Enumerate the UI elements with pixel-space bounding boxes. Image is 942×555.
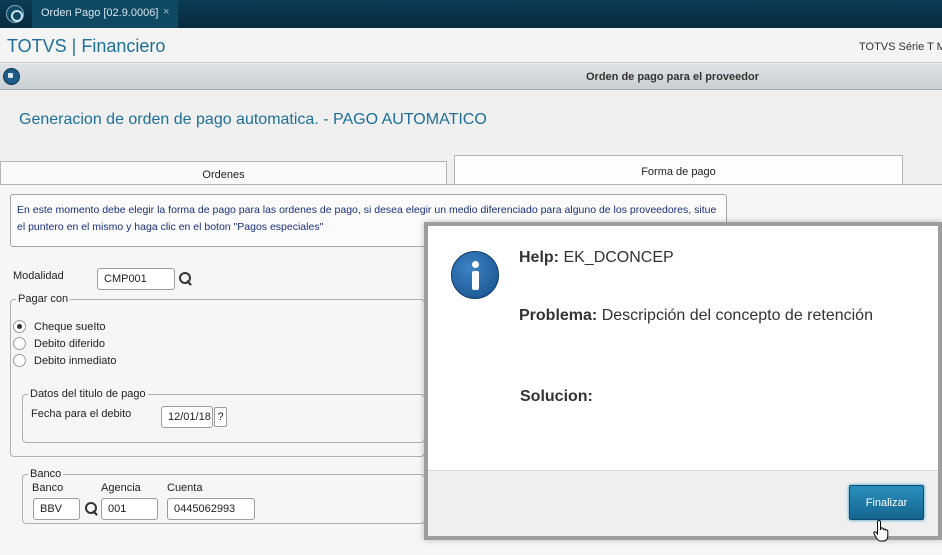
agencia-input[interactable]: 001 xyxy=(101,498,158,520)
radio-debito-diferido-label: Debito diferido xyxy=(34,338,105,350)
app-header: TOTVS | Financiero TOTVS Série T M xyxy=(0,28,942,63)
tab-ordenes[interactable]: Ordenes xyxy=(0,161,447,185)
cuenta-input[interactable]: 0445062993 xyxy=(167,498,255,520)
problema-value: Descripción del concepto de retención xyxy=(601,307,873,324)
info-icon xyxy=(451,251,499,299)
finalizar-button[interactable]: Finalizar xyxy=(849,485,924,520)
fecha-debito-input[interactable]: 12/01/18 xyxy=(161,406,213,428)
radio-cheque-suelto[interactable] xyxy=(13,320,26,333)
help-line: Help: EK_DCONCEP xyxy=(519,249,674,267)
help-label: Help: xyxy=(519,249,559,266)
radio-debito-inmediato-label: Debito inmediato xyxy=(34,355,117,367)
app-title: TOTVS | Financiero xyxy=(7,36,166,56)
banco-label: Banco xyxy=(32,482,64,494)
tab-label: Orden Pago [02.9.0006] xyxy=(41,7,159,19)
search-icon[interactable] xyxy=(85,502,99,516)
pagar-con-title: Pagar con xyxy=(16,293,71,305)
agencia-label: Agencia xyxy=(101,482,141,494)
problema-label: Problema: xyxy=(519,307,598,324)
modalidad-label: Modalidad xyxy=(13,270,64,282)
radio-cheque-suelto-label: Cheque sueIto xyxy=(34,321,106,333)
solucion-line: Solucion: xyxy=(520,388,593,406)
datos-titulo-title: Datos del titulo de pago xyxy=(28,388,148,400)
tab-forma-de-pago[interactable]: Forma de pago xyxy=(454,155,903,185)
close-icon[interactable]: × xyxy=(163,6,169,18)
help-dialog: Help: EK_DCONCEP Problema: Descripción d… xyxy=(424,222,942,540)
radio-debito-diferido[interactable] xyxy=(13,337,26,350)
window-menu-icon[interactable] xyxy=(3,68,20,85)
window-title: Orden de pago para el proveedor xyxy=(586,71,759,83)
banco-group-title: Banco xyxy=(28,468,64,480)
problema-line: Problema: Descripción del concepto de re… xyxy=(519,307,873,325)
fecha-debito-label: Fecha para el debito xyxy=(31,408,132,420)
banco-input[interactable]: BBV xyxy=(33,498,80,520)
tab-orden-pago[interactable]: Orden Pago [02.9.0006] × xyxy=(32,0,178,28)
window-title-bar: Orden de pago para el proveedor xyxy=(0,64,942,90)
solucion-label: Solucion: xyxy=(520,388,593,405)
search-icon[interactable] xyxy=(179,272,193,286)
radio-debito-inmediato[interactable] xyxy=(13,354,26,367)
cuenta-label: Cuenta xyxy=(167,482,203,494)
page-subtitle: Generacion de orden de pago automatica. … xyxy=(19,111,487,128)
hand-cursor-icon xyxy=(873,520,889,542)
modalidad-input[interactable]: CMP001 xyxy=(97,268,175,290)
app-logo-icon[interactable] xyxy=(6,5,24,23)
header-right-text: TOTVS Série T M xyxy=(859,41,942,53)
date-picker-button[interactable]: ? xyxy=(214,407,227,427)
top-tab-strip: Orden Pago [02.9.0006] × xyxy=(0,0,942,28)
help-value: EK_DCONCEP xyxy=(563,249,674,266)
